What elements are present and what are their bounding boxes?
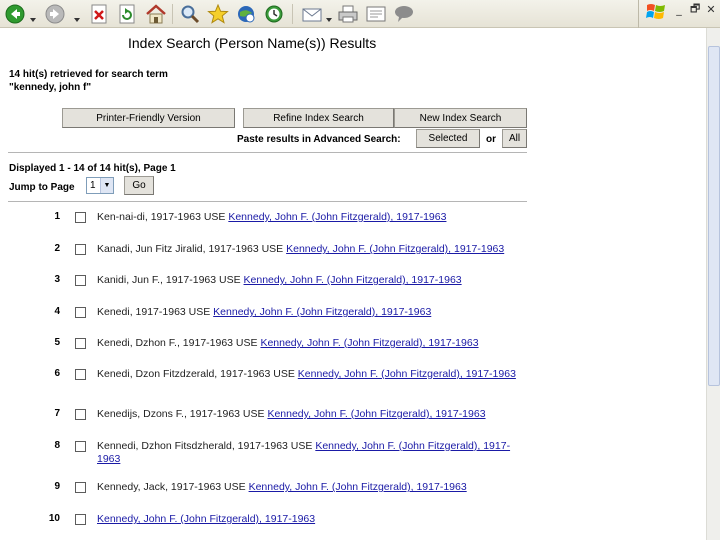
result-number: 5 <box>54 337 60 348</box>
variant-name: Kanidi, Jun F., 1917-1963 USE <box>97 274 244 286</box>
mail-dropdown-icon[interactable] <box>326 10 332 22</box>
heading-link[interactable]: Kennedy, John F. (John Fitzgerald), 1917… <box>228 211 446 223</box>
result-number: 7 <box>54 408 60 419</box>
variant-name: Kennedy, Jack, 1917-1963 USE <box>97 481 249 493</box>
heading-link[interactable]: Kennedy, John F. (John Fitzgerald), 1917… <box>249 481 467 493</box>
displayed-range: Displayed 1 - 14 of 14 hit(s), Page 1 <box>9 163 176 174</box>
result-number: 10 <box>48 513 60 524</box>
back-dropdown-icon[interactable] <box>30 10 36 22</box>
paste-selected-button[interactable]: Selected <box>416 129 480 148</box>
paste-all-button[interactable]: All <box>502 129 527 148</box>
windows-logo-icon <box>646 2 666 22</box>
variant-name: Ken-nai-di, 1917-1963 USE <box>97 211 229 223</box>
toolbar-separator <box>292 4 293 24</box>
edit-icon[interactable] <box>364 3 388 25</box>
result-number: 6 <box>54 368 60 379</box>
chevron-down-icon[interactable]: ▼ <box>100 178 113 193</box>
result-number: 4 <box>54 306 60 317</box>
variant-name: Kennedi, Dzhon Fitsdzherald, 1917-1963 U… <box>97 440 316 452</box>
result-checkbox[interactable] <box>75 244 86 255</box>
result-checkbox[interactable] <box>75 409 86 420</box>
result-number: 3 <box>54 274 60 285</box>
result-checkbox[interactable] <box>75 275 86 286</box>
jump-to-page-label: Jump to Page <box>9 182 75 193</box>
new-search-button[interactable]: New Index Search <box>394 108 527 128</box>
heading-link[interactable]: Kennedy, John F. (John Fitzgerald), 1917… <box>97 513 315 525</box>
favorites-icon[interactable] <box>206 3 230 25</box>
toolbar-divider <box>638 0 639 28</box>
page-title: Index Search (Person Name(s)) Results <box>128 35 377 51</box>
page-select[interactable]: 1 ▼ <box>86 177 114 194</box>
variant-name: Kenedi, 1917-1963 USE <box>97 306 214 318</box>
discuss-icon[interactable] <box>392 3 416 25</box>
result-text: Kanidi, Jun F., 1917-1963 USE Kennedy, J… <box>97 274 517 287</box>
result-number: 2 <box>54 243 60 254</box>
result-text: Kenedijs, Dzons F., 1917-1963 USE Kenned… <box>97 408 517 421</box>
result-number: 9 <box>54 481 60 492</box>
heading-link[interactable]: Kennedy, John F. (John Fitzgerald), 1917… <box>244 274 462 286</box>
variant-name: Kenedi, Dzhon F., 1917-1963 USE <box>97 337 261 349</box>
result-checkbox[interactable] <box>75 482 86 493</box>
forward-dropdown-icon[interactable] <box>74 10 80 22</box>
window-controls: _ 🗗 ✕ <box>674 0 720 18</box>
paste-results-label: Paste results in Advanced Search: <box>237 134 401 145</box>
home-icon[interactable] <box>144 3 168 25</box>
refine-search-button[interactable]: Refine Index Search <box>243 108 394 128</box>
heading-link[interactable]: Kennedy, John F. (John Fitzgerald), 1917… <box>286 243 504 255</box>
variant-name: Kanadi, Jun Fitz Jiralid, 1917-1963 USE <box>97 243 287 255</box>
history-icon[interactable] <box>262 3 286 25</box>
scrollbar-thumb[interactable] <box>708 46 720 386</box>
result-checkbox[interactable] <box>75 212 86 223</box>
stop-icon[interactable] <box>88 3 110 25</box>
result-checkbox[interactable] <box>75 441 86 452</box>
refresh-icon[interactable] <box>116 3 138 25</box>
result-number: 8 <box>54 440 60 451</box>
close-icon[interactable]: ✕ <box>706 3 716 16</box>
result-checkbox[interactable] <box>75 338 86 349</box>
divider <box>8 152 527 153</box>
page-select-value: 1 <box>90 180 96 191</box>
hits-count: 14 hit(s) retrieved for search term <box>9 69 168 80</box>
result-text: Kenedi, Dzon Fitzdzerald, 1917-1963 USE … <box>97 368 517 381</box>
heading-link[interactable]: Kennedy, John F. (John Fitzgerald), 1917… <box>213 306 431 318</box>
result-text: Ken-nai-di, 1917-1963 USE Kennedy, John … <box>97 211 517 224</box>
printer-friendly-button[interactable]: Printer-Friendly Version <box>62 108 235 128</box>
or-label: or <box>486 134 496 145</box>
result-text: Kanadi, Jun Fitz Jiralid, 1917-1963 USE … <box>97 243 517 256</box>
browser-toolbar: _ 🗗 ✕ <box>0 0 720 28</box>
heading-link[interactable]: Kennedy, John F. (John Fitzgerald), 1917… <box>267 408 485 420</box>
result-checkbox[interactable] <box>75 307 86 318</box>
result-text: Kenedi, Dzhon F., 1917-1963 USE Kennedy,… <box>97 337 517 350</box>
search-icon[interactable] <box>178 3 202 25</box>
result-text: Kennedi, Dzhon Fitsdzherald, 1917-1963 U… <box>97 440 517 466</box>
page-content: Index Search (Person Name(s)) Results 14… <box>0 28 706 540</box>
result-text: Kennedy, Jack, 1917-1963 USE Kennedy, Jo… <box>97 481 517 494</box>
result-number: 1 <box>54 211 60 222</box>
variant-name: Kenedijs, Dzons F., 1917-1963 USE <box>97 408 268 420</box>
back-icon[interactable] <box>4 3 26 25</box>
toolbar-separator <box>172 4 173 24</box>
minimize-icon[interactable]: _ <box>674 3 684 16</box>
vertical-scrollbar[interactable] <box>706 28 720 540</box>
result-checkbox[interactable] <box>75 369 86 380</box>
variant-name: Kenedi, Dzon Fitzdzerald, 1917-1963 USE <box>97 368 298 380</box>
hits-summary: 14 hit(s) retrieved for search term "ken… <box>9 68 168 94</box>
go-button[interactable]: Go <box>124 176 154 195</box>
forward-icon[interactable] <box>44 3 66 25</box>
result-text: Kenedi, 1917-1963 USE Kennedy, John F. (… <box>97 306 517 319</box>
result-checkbox[interactable] <box>75 514 86 525</box>
mail-icon[interactable] <box>300 3 324 25</box>
search-term: "kennedy, john f" <box>9 82 92 93</box>
media-icon[interactable] <box>234 3 258 25</box>
result-text: Kennedy, John F. (John Fitzgerald), 1917… <box>97 513 517 526</box>
divider <box>8 201 527 202</box>
print-icon[interactable] <box>336 3 360 25</box>
heading-link[interactable]: Kennedy, John F. (John Fitzgerald), 1917… <box>260 337 478 349</box>
restore-icon[interactable]: 🗗 <box>690 0 700 19</box>
heading-link[interactable]: Kennedy, John F. (John Fitzgerald), 1917… <box>298 368 516 380</box>
